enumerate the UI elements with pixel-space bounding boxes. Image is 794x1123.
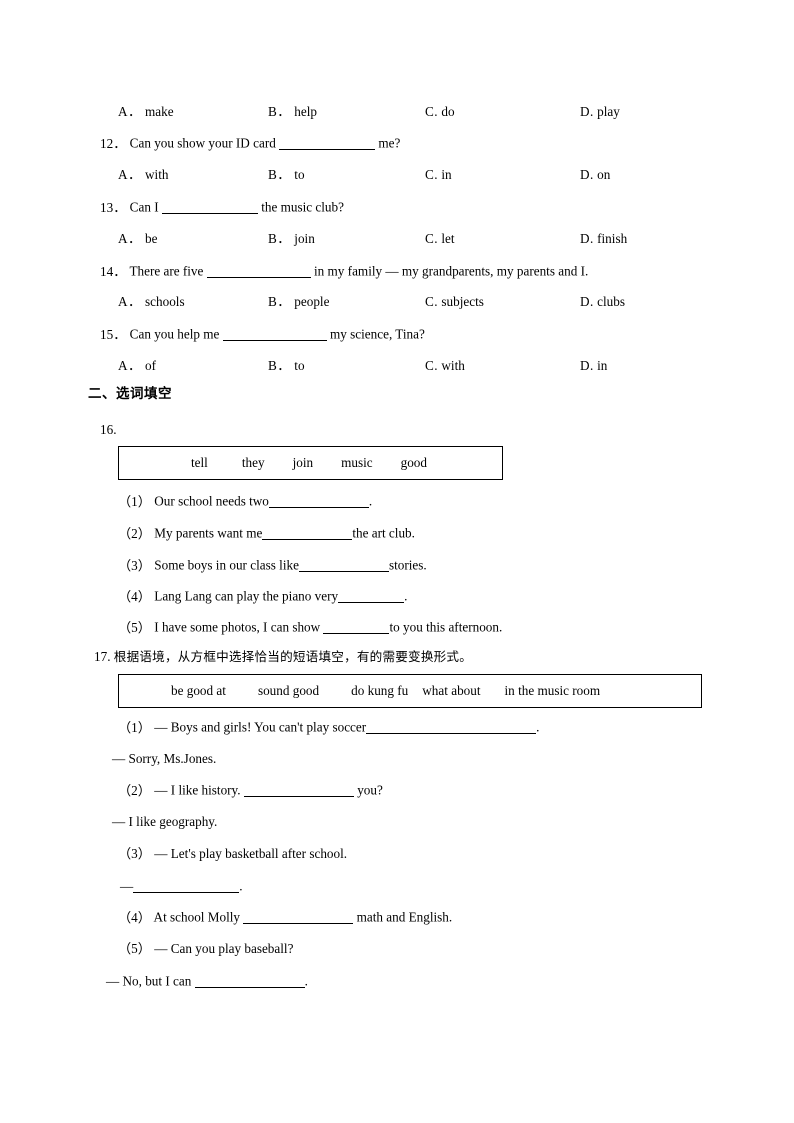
option-b-12[interactable]: B． to [268,168,305,181]
option-row-13: A． be B． join C. let D. finish [118,232,718,248]
option-a-14[interactable]: A． schools [118,295,185,308]
question-stem-17: 17. 根据语境，从方框中选择恰当的短语填空，有的需要变换形式。 [94,649,473,664]
sub-item-17-4: （4） At school Molly math and English. [118,909,453,925]
sub-item-16-3: （3） Some boys in our class like stories. [118,557,427,573]
question-stem-13: 13． Can I the music club? [100,199,344,215]
answer-blank-16-1[interactable] [268,494,369,508]
option-d-13[interactable]: D. finish [580,232,627,245]
sub-item-17-1: （1） — Boys and girls! You can't play soc… [118,719,540,735]
answer-blank-16-5[interactable] [323,620,390,634]
sub-item-17-1-reply: — Sorry, Ms.Jones. [112,751,217,766]
option-a-15[interactable]: A． of [118,359,156,372]
answer-blank-17-5[interactable] [194,974,305,988]
answer-blank-13[interactable] [161,200,258,214]
option-a-13[interactable]: A． be [118,232,157,245]
phrase-bank-item[interactable]: be good at [171,683,226,699]
option-row-15: A． of B． to C. with D. in [118,359,718,375]
question-number-16: 16. [100,422,117,437]
sub-item-16-5: （5） I have some photos, I can show to yo… [118,619,503,635]
option-c-15[interactable]: C. with [425,359,465,372]
sub-item-16-1: （1） Our school needs two. [118,493,373,509]
sub-item-17-3: （3） — Let's play basketball after school… [118,846,348,861]
word-bank-item[interactable]: music [341,455,373,471]
word-bank-item[interactable]: join [293,455,314,471]
question-17-instruction: 根据语境，从方框中选择恰当的短语填空，有的需要变换形式。 [113,649,473,664]
option-b-14[interactable]: B． people [268,295,329,308]
option-a-12[interactable]: A． with [118,168,168,181]
sub-item-16-4: （4） Lang Lang can play the piano very. [118,588,408,604]
question-stem-12: 12． Can you show your ID card me? [100,135,401,151]
answer-blank-17-2[interactable] [243,783,354,797]
question-stem-14: 14． There are five in my family — my gra… [100,263,589,279]
phrase-bank-item[interactable]: sound good [258,683,319,699]
sub-item-17-5: （5） — Can you play baseball? [118,941,294,956]
phrase-bank-box-17: be good at sound good do kung fu what ab… [118,674,702,708]
option-d-q11[interactable]: D. play [580,105,620,118]
option-b-13[interactable]: B． join [268,232,315,245]
word-bank-box-16: tell they join music good [118,446,503,480]
question-stem-15: 15． Can you help me my science, Tina? [100,326,425,342]
phrase-bank-item[interactable]: do kung fu [351,683,408,699]
option-c-q11[interactable]: C. do [425,105,455,118]
option-c-12[interactable]: C. in [425,168,452,181]
answer-blank-15[interactable] [222,327,327,341]
exam-worksheet-page: A． make B． help C. do D. play 12． Can yo… [0,0,794,1123]
sub-item-17-2: （2） — I like history. you? [118,782,383,798]
word-bank-item[interactable]: tell [191,455,208,471]
option-row-q11: A． make B． help C. do D. play [118,105,718,121]
section-heading-two: 二、选词填空 [88,386,172,402]
option-row-12: A． with B． to C. in D. on [118,168,718,184]
option-d-14[interactable]: D. clubs [580,295,625,308]
sub-item-16-2: （2） My parents want me the art club. [118,525,415,541]
answer-blank-12[interactable] [279,136,376,150]
option-c-14[interactable]: C. subjects [425,295,484,308]
answer-blank-16-4[interactable] [338,589,405,603]
answer-blank-16-3[interactable] [298,558,389,572]
phrase-bank-item[interactable]: what about [422,683,480,699]
answer-blank-14[interactable] [206,264,311,278]
answer-blank-17-3[interactable] [133,879,240,893]
option-d-15[interactable]: D. in [580,359,607,372]
answer-blank-17-4[interactable] [243,910,354,924]
answer-blank-17-1[interactable] [366,720,537,734]
sub-item-17-2-reply: — I like geography. [112,814,218,829]
word-bank-item[interactable]: good [401,455,427,471]
phrase-bank-item[interactable]: in the music room [505,683,601,699]
option-b-15[interactable]: B． to [268,359,305,372]
option-b-q11[interactable]: B． help [268,105,317,118]
sub-item-17-3-reply: —. [120,878,243,894]
sub-item-17-5-reply: — No, but I can . [106,973,308,989]
option-c-13[interactable]: C. let [425,232,455,245]
option-d-12[interactable]: D. on [580,168,610,181]
word-bank-item[interactable]: they [242,455,265,471]
answer-blank-16-2[interactable] [262,526,353,540]
option-a-q11[interactable]: A． make [118,105,174,118]
option-row-14: A． schools B． people C. subjects D. club… [118,295,718,311]
